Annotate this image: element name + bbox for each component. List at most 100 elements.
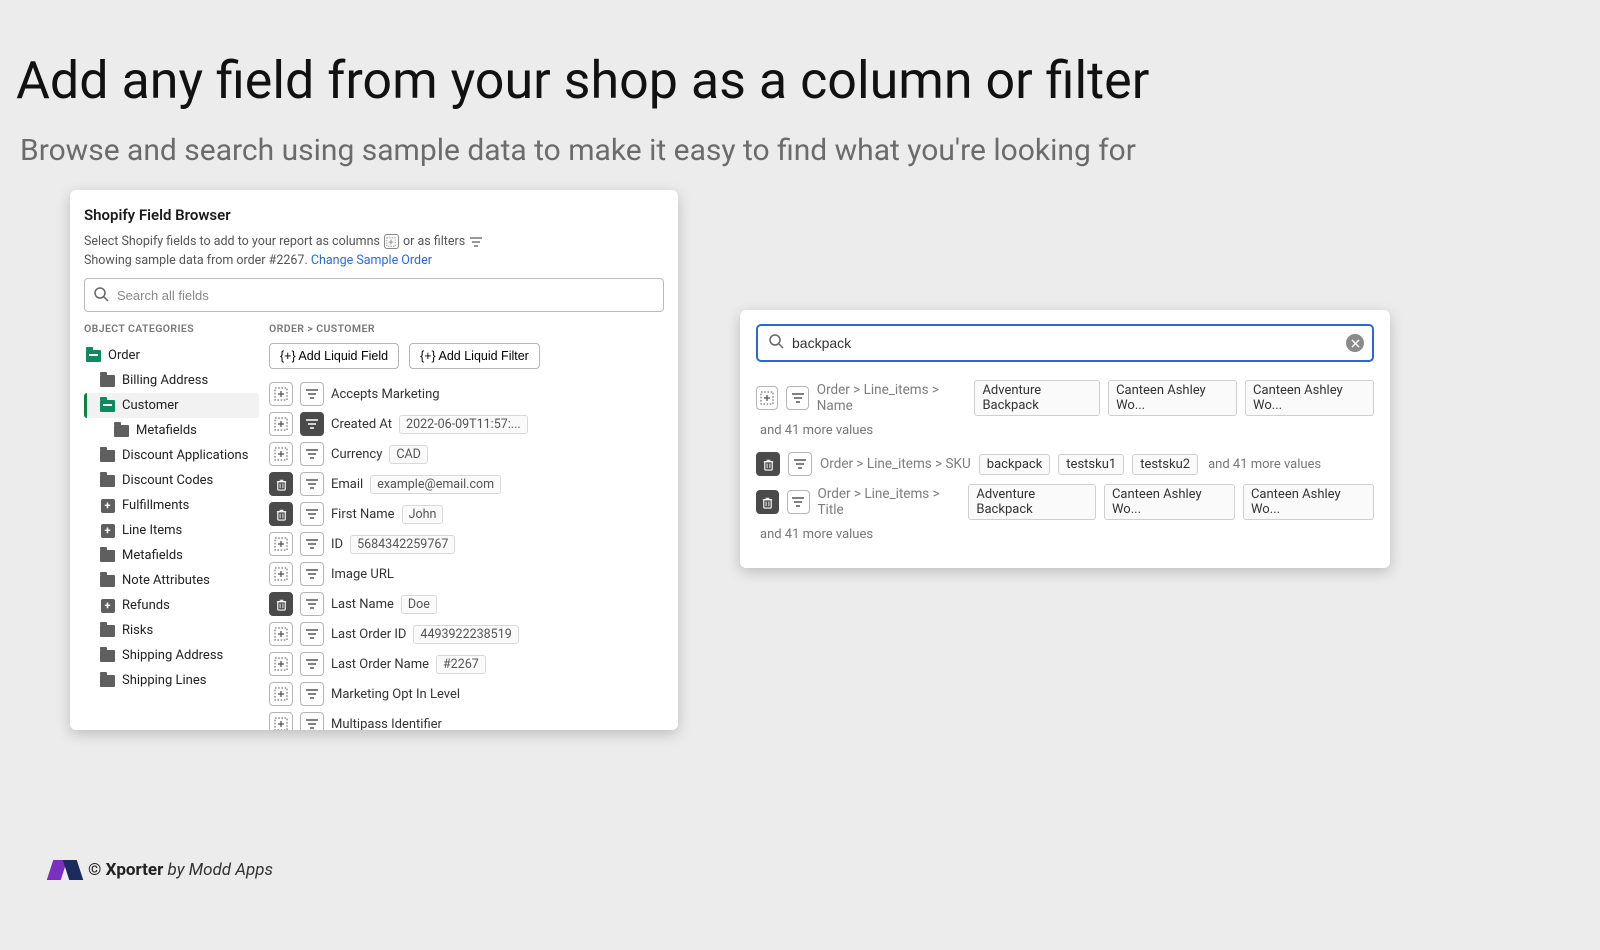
tree-item-label: Shipping Address	[122, 648, 223, 663]
filter-button[interactable]	[788, 452, 812, 476]
filter-button[interactable]	[300, 562, 324, 586]
tree-item-customer[interactable]: Customer	[84, 393, 259, 418]
field-row: Marketing Opt In Level	[269, 679, 664, 709]
remove-column-button[interactable]	[756, 490, 779, 514]
search-icon	[768, 333, 784, 353]
add-column-button[interactable]	[756, 386, 778, 410]
expand-icon: +	[100, 599, 115, 612]
folder-open-icon	[86, 349, 101, 362]
search-all-fields[interactable]	[84, 278, 664, 312]
result-path: Order > Line_items > Title	[818, 486, 961, 518]
clear-search-button[interactable]	[1346, 334, 1364, 352]
add-column-button[interactable]	[269, 382, 293, 406]
tree-item-label: Discount Codes	[122, 473, 213, 488]
filter-button[interactable]	[300, 472, 324, 496]
add-column-button[interactable]	[269, 682, 293, 706]
field-name: Last Order Name	[331, 657, 429, 672]
field-row: Created At2022-06-09T11:57:...	[269, 409, 664, 439]
search-input[interactable]	[84, 278, 664, 312]
tree-item-discount-codes[interactable]: Discount Codes	[84, 468, 259, 493]
filter-button[interactable]	[300, 592, 324, 616]
more-values-text: and 41 more values	[760, 527, 1374, 542]
add-column-button[interactable]	[269, 712, 293, 730]
search-active-box[interactable]	[756, 324, 1374, 362]
tree-item-risks[interactable]: Risks	[84, 618, 259, 643]
search-icon	[93, 286, 109, 306]
add-column-button[interactable]	[269, 532, 293, 556]
tree-item-discount-applications[interactable]: Discount Applications	[84, 443, 259, 468]
tree-item-shipping-address[interactable]: Shipping Address	[84, 643, 259, 668]
field-row: Last Order ID 4493922238519	[269, 619, 664, 649]
add-column-button[interactable]	[269, 652, 293, 676]
tree-item-refunds[interactable]: +Refunds	[84, 593, 259, 618]
tree-item-label: Shipping Lines	[122, 673, 206, 688]
filter-button[interactable]	[300, 532, 324, 556]
add-column-button[interactable]	[269, 622, 293, 646]
tree-item-label: Risks	[122, 623, 153, 638]
desc-text-1: Select Shopify fields to add to your rep…	[84, 234, 380, 249]
add-liquid-filter-button[interactable]: {+} Add Liquid Filter	[409, 343, 540, 369]
field-name: Last Order ID	[331, 627, 406, 642]
sample-text: Showing sample data from order #2267.	[84, 253, 308, 268]
tree-item-label: Fulfillments	[122, 498, 189, 513]
add-column-button[interactable]	[269, 412, 293, 436]
folder-icon	[100, 624, 115, 637]
category-tree: OrderBilling Address Customer Metafields Di…	[84, 343, 259, 693]
filter-button[interactable]	[300, 682, 324, 706]
change-sample-link[interactable]: Change Sample Order	[311, 253, 432, 268]
field-browser-panel: Shopify Field Browser Select Shopify fie…	[70, 190, 678, 730]
field-name: First Name	[331, 507, 395, 522]
tree-item-label: Customer	[122, 398, 179, 413]
remove-column-button[interactable]	[269, 472, 293, 496]
filter-button[interactable]	[300, 412, 324, 436]
add-column-button[interactable]	[269, 442, 293, 466]
footer: © Xporter by Modd Apps	[50, 860, 273, 880]
panel-description: Select Shopify fields to add to your rep…	[84, 234, 664, 249]
field-sample-value: 5684342259767	[350, 535, 455, 554]
field-sample-value: 4493922238519	[413, 625, 518, 644]
field-row: Last Order Name#2267	[269, 649, 664, 679]
remove-column-button[interactable]	[269, 592, 293, 616]
tree-item-shipping-lines[interactable]: Shipping Lines	[84, 668, 259, 693]
filter-button[interactable]	[300, 442, 324, 466]
expand-icon: +	[100, 524, 115, 537]
filter-button[interactable]	[300, 652, 324, 676]
tree-item-label: Discount Applications	[122, 448, 248, 463]
footer-text: © Xporter by Modd Apps	[88, 860, 273, 880]
folder-icon	[100, 374, 115, 387]
add-liquid-field-button[interactable]: {+} Add Liquid Field	[269, 343, 399, 369]
tree-item-metafields[interactable]: Metafields	[84, 543, 259, 568]
tree-item-fulfillments[interactable]: +Fulfillments	[84, 493, 259, 518]
tree-item-line-items[interactable]: +Line Items	[84, 518, 259, 543]
result-token: Canteen Ashley Wo...	[1108, 380, 1237, 416]
tree-item-billing-address[interactable]: Billing Address	[84, 368, 259, 393]
field-row: Image URL	[269, 559, 664, 589]
remove-column-button[interactable]	[756, 452, 780, 476]
remove-column-button[interactable]	[269, 502, 293, 526]
folder-icon	[114, 424, 129, 437]
filter-button[interactable]	[300, 622, 324, 646]
tree-item-order[interactable]: Order	[84, 343, 259, 368]
search-results-list: Order > Line_items > Name Adventure Back…	[756, 376, 1374, 542]
sample-data-line: Showing sample data from order #2267. Ch…	[84, 253, 664, 268]
filter-button[interactable]	[300, 382, 324, 406]
filter-button[interactable]	[300, 712, 324, 730]
search-input-active[interactable]	[792, 335, 1346, 351]
result-token: Canteen Ashley Wo...	[1104, 484, 1235, 520]
filter-button[interactable]	[786, 386, 808, 410]
filter-button[interactable]	[300, 502, 324, 526]
field-row: Emailexample@email.com	[269, 469, 664, 499]
more-values-text: and 41 more values	[1208, 457, 1321, 472]
result-token: testsku1	[1058, 454, 1124, 475]
field-name: Email	[331, 477, 363, 492]
tree-item-note-attributes[interactable]: Note Attributes	[84, 568, 259, 593]
result-token: Canteen Ashley Wo...	[1245, 380, 1374, 416]
add-column-button[interactable]	[269, 562, 293, 586]
folder-icon	[100, 474, 115, 487]
field-name: Accepts Marketing	[331, 387, 440, 402]
desc-text-2: or as filters	[403, 234, 465, 249]
tree-item-metafields[interactable]: Metafields	[84, 418, 259, 443]
field-name: Last Name	[331, 597, 394, 612]
result-token: Adventure Backpack	[974, 380, 1100, 416]
filter-button[interactable]	[787, 490, 810, 514]
